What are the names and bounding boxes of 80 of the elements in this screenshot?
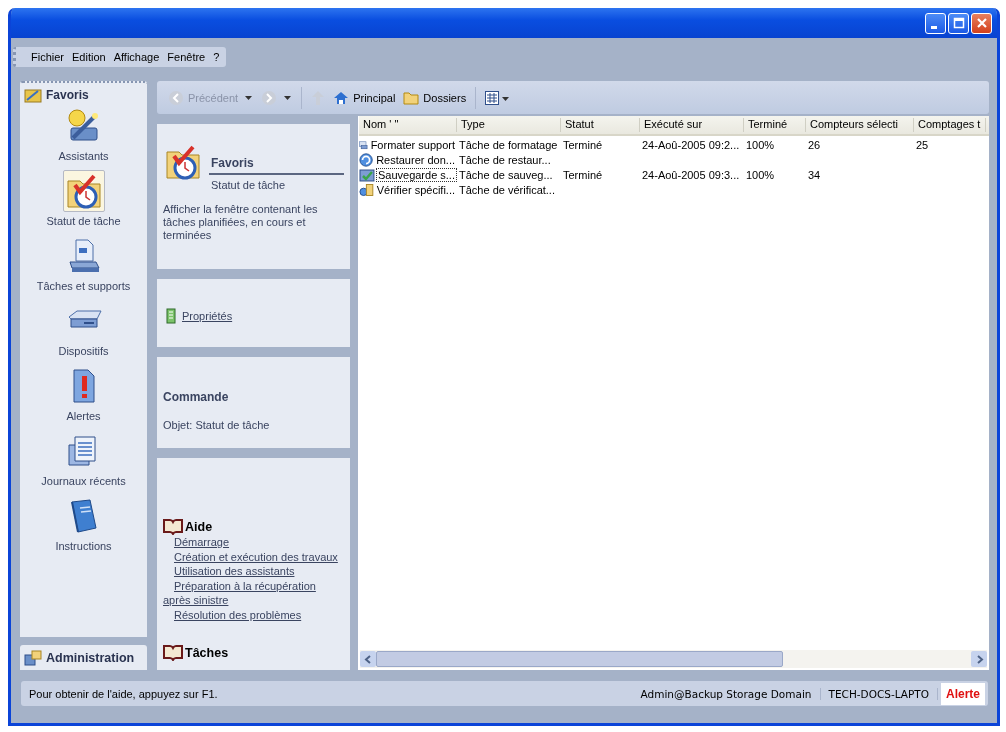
column-header[interactable]: Comptages t [914, 118, 986, 132]
panel-description: Afficher la fenêtre contenant les tâches planifiées, en cours et terminées [163, 203, 319, 242]
sidebar-item[interactable]: Tâches et supports [36, 280, 131, 292]
book-icon [163, 644, 183, 661]
close-icon [975, 17, 988, 29]
column-header[interactable]: Terminé [744, 118, 806, 132]
table-cell: Tâche de sauveg... [459, 168, 553, 181]
task-name[interactable]: Restaurer don... [374, 152, 457, 167]
close-button[interactable] [971, 12, 992, 34]
table-cell: 26 [808, 138, 821, 151]
computer-name-text: TECH-DOCS-LAPTO [820, 687, 938, 700]
maximize-button[interactable] [948, 12, 969, 34]
administration-tab[interactable]: Administration [20, 645, 147, 670]
sidebar-item[interactable]: Dispositifs [58, 345, 109, 357]
properties-icon [166, 308, 176, 324]
minimize-icon [930, 26, 937, 29]
horizontal-scrollbar[interactable] [360, 650, 987, 668]
panel-subtitle: Statut de tâche [210, 178, 286, 191]
sidebar-item[interactable]: Instructions [55, 540, 112, 552]
book-icon [163, 518, 183, 535]
caret-icon[interactable] [245, 95, 253, 100]
sidebar-item[interactable]: Statut de tâche [46, 215, 121, 227]
sidebar-item[interactable]: Journaux récents [41, 475, 126, 487]
panel-text: Objet: Statut de tâche [163, 419, 271, 431]
scroll-left-icon[interactable] [363, 654, 373, 664]
user-domain-text: Admin@Backup Storage Domain [632, 687, 821, 700]
menu-item[interactable]: Affichage [112, 51, 161, 63]
home-button[interactable]: Principal [330, 88, 399, 107]
status-text: Pour obtenir de l'aide, appuyez sur F1. [29, 687, 219, 700]
menu-item[interactable]: Fichier [30, 51, 65, 63]
alert-indicator[interactable]: Alerte [941, 682, 985, 705]
section-title: Aide [185, 519, 213, 534]
view-grid-icon [485, 90, 510, 105]
admin-icon [24, 649, 42, 666]
maximize-icon [952, 17, 965, 29]
table-cell: 100% [746, 138, 775, 151]
help-link[interactable]: Préparation à la récupération après sinistre [163, 578, 344, 608]
properties-link[interactable]: Propriétés [182, 310, 233, 322]
sidebar-title: Favoris [46, 88, 89, 102]
help-link[interactable]: Démarrage [163, 535, 344, 550]
table-cell: Tâche de vérificat... [459, 183, 555, 196]
table-cell: Tâche de formatage [459, 138, 558, 151]
column-header[interactable]: Compteurs sélecti [806, 118, 914, 132]
column-header[interactable]: Type [457, 118, 561, 132]
sidebar-item[interactable]: Assistants [58, 150, 109, 162]
panel-title: Commande [163, 390, 230, 404]
panel-title: Favoris [209, 154, 344, 175]
help-link[interactable]: Création et exécution des travaux [163, 549, 344, 564]
table-cell: Tâche de restaur... [459, 153, 551, 166]
folder-clock-icon [65, 173, 102, 209]
sidebar-item[interactable]: Alertes [66, 410, 101, 422]
caret-icon[interactable] [284, 95, 292, 100]
folder-icon [403, 90, 420, 105]
table-cell: 34 [808, 168, 821, 181]
table-cell: 24-Aoû-2005 09:3... [642, 168, 740, 181]
table-cell: 100% [746, 168, 775, 181]
home-icon [333, 90, 350, 105]
column-header[interactable]: Statut [561, 118, 640, 132]
task-name[interactable]: Sauvegarde s... [375, 167, 457, 182]
favorites-icon [24, 87, 42, 103]
menu-item[interactable]: ? [212, 51, 221, 63]
folders-button[interactable]: Dossiers [400, 88, 470, 107]
table-cell: 24-Aoû-2005 09:2... [642, 138, 740, 151]
folder-clock-icon [165, 144, 201, 180]
task-icon [359, 166, 375, 183]
sidebar-item-icon[interactable] [62, 170, 105, 212]
menu-item[interactable]: Edition [71, 51, 107, 63]
task-name[interactable]: Vérifier spécifi... [374, 182, 457, 197]
table-cell: 25 [916, 138, 929, 151]
table-cell: Terminé [563, 168, 603, 181]
menu-item[interactable]: Fenêtre [166, 51, 207, 63]
section-title: Tâches [185, 645, 229, 660]
column-header[interactable]: Exécuté sur [640, 118, 744, 132]
task-name[interactable]: Formater support [368, 137, 457, 152]
task-icon [359, 181, 374, 198]
help-link[interactable]: Utilisation des assistants [163, 564, 344, 579]
table-cell: Terminé [563, 138, 603, 151]
column-header[interactable]: Nom ' " [359, 118, 457, 132]
help-link[interactable]: Résolution des problèmes [163, 607, 344, 622]
minimize-button[interactable] [925, 12, 946, 34]
